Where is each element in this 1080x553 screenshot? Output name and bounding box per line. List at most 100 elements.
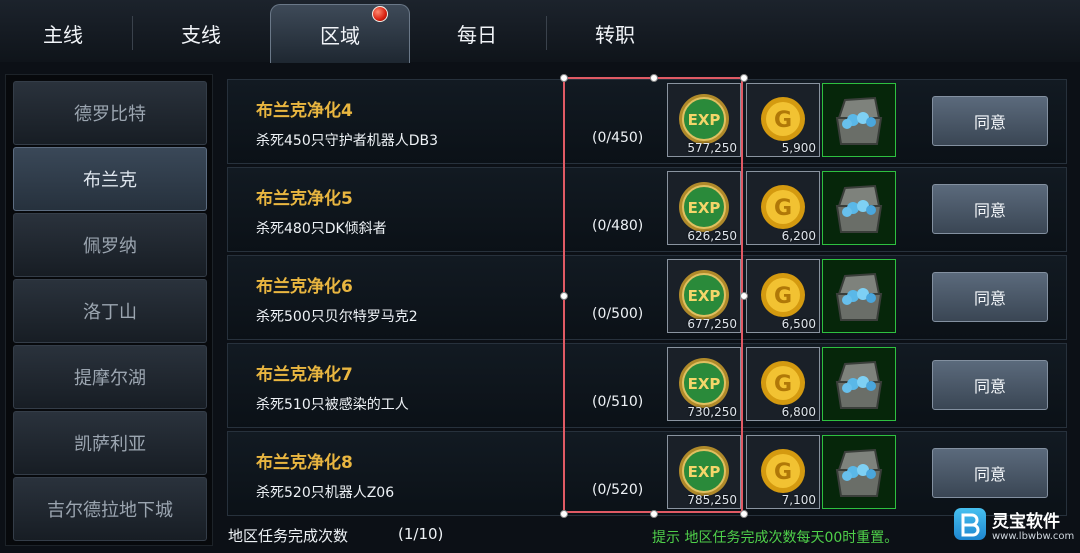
quest-description: 杀死510只被感染的工人	[256, 397, 409, 413]
tab-region[interactable]: 区域	[270, 4, 410, 63]
gold-reward-slot[interactable]: G 6,200	[746, 171, 820, 245]
accept-quest-button[interactable]: 同意	[932, 96, 1048, 146]
selection-handle[interactable]	[740, 292, 748, 300]
daily-region-count-label: 地区任务完成次数	[228, 527, 349, 545]
reset-hint: 提示 地区任务完成次数每天00时重置。	[652, 530, 899, 546]
quest-description: 杀死520只机器人Z06	[256, 485, 395, 501]
quest-description: 杀死500只贝尔特罗马克2	[256, 309, 418, 325]
exp-reward-slot[interactable]: EXP 785,250	[667, 435, 741, 509]
exp-label: EXP	[688, 287, 721, 305]
exp-label: EXP	[688, 199, 721, 217]
tab-job-change[interactable]: 转职	[546, 4, 684, 62]
gold-label: G	[774, 108, 792, 133]
region-item-lodin-hill[interactable]: 洛丁山	[13, 279, 207, 343]
quest-progress: (0/450)	[592, 130, 644, 146]
quest-title: 布兰克净化8	[256, 453, 353, 473]
region-label: 德罗比特	[74, 104, 146, 125]
region-label: 吉尔德拉地下城	[47, 500, 173, 521]
gold-label: G	[774, 372, 792, 397]
lingbao-logo-icon	[954, 508, 986, 540]
region-label: 凯萨利亚	[74, 434, 146, 455]
quest-progress: (0/500)	[592, 306, 644, 322]
daily-region-count: (1/10)	[398, 525, 444, 543]
quest-row: 布兰克净化4 杀死450只守护者机器人DB3 (0/450) EXP 577,2…	[227, 79, 1067, 164]
exp-reward-slot[interactable]: EXP 730,250	[667, 347, 741, 421]
watermark-url: www.lbwbw.com	[992, 531, 1075, 542]
tab-label: 支线	[181, 22, 221, 47]
quest-progress: (0/480)	[592, 218, 644, 234]
exp-reward-slot[interactable]: EXP 626,250	[667, 171, 741, 245]
quest-description: 杀死450只守护者机器人DB3	[256, 133, 439, 149]
selection-handle[interactable]	[650, 74, 658, 82]
region-item-caesaria[interactable]: 凯萨利亚	[13, 411, 207, 475]
quest-title: 布兰克净化4	[256, 101, 353, 121]
quest-description: 杀死480只DK倾斜者	[256, 221, 387, 237]
exp-amount: 577,250	[687, 141, 737, 155]
quest-row: 布兰克净化7 杀死510只被感染的工人 (0/510) EXP 730,250 …	[227, 343, 1067, 428]
gold-amount: 6,500	[781, 317, 816, 331]
exp-label: EXP	[688, 463, 721, 481]
accept-quest-button[interactable]: 同意	[932, 360, 1048, 410]
gold-label: G	[774, 284, 792, 309]
gold-label: G	[774, 196, 792, 221]
selection-handle[interactable]	[560, 74, 568, 82]
accept-quest-button[interactable]: 同意	[932, 448, 1048, 498]
exp-label: EXP	[688, 111, 721, 129]
gold-amount: 5,900	[781, 141, 816, 155]
quest-row: 布兰克净化8 杀死520只机器人Z06 (0/520) EXP 785,250 …	[227, 431, 1067, 516]
tab-label: 每日	[457, 22, 497, 47]
gold-amount: 7,100	[781, 493, 816, 507]
quest-title: 布兰克净化7	[256, 365, 353, 385]
region-item-gilderra-dungeon[interactable]: 吉尔德拉地下城	[13, 477, 207, 541]
gold-reward-slot[interactable]: G 7,100	[746, 435, 820, 509]
region-item-perona[interactable]: 佩罗纳	[13, 213, 207, 277]
exp-amount: 730,250	[687, 405, 737, 419]
region-label: 布兰克	[83, 170, 137, 191]
region-label: 提摩尔湖	[74, 368, 146, 389]
selection-handle[interactable]	[560, 292, 568, 300]
gold-reward-slot[interactable]: G 5,900	[746, 83, 820, 157]
tab-label: 区域	[320, 23, 360, 48]
chest-reward-slot[interactable]	[822, 259, 896, 333]
gold-amount: 6,800	[781, 405, 816, 419]
exp-reward-slot[interactable]: EXP 677,250	[667, 259, 741, 333]
region-item-derobit[interactable]: 德罗比特	[13, 81, 207, 145]
exp-amount: 626,250	[687, 229, 737, 243]
tab-main[interactable]: 主线	[0, 4, 132, 62]
gold-reward-slot[interactable]: G 6,800	[746, 347, 820, 421]
quest-title: 布兰克净化6	[256, 277, 353, 297]
quest-progress: (0/520)	[592, 482, 644, 498]
chest-reward-slot[interactable]	[822, 347, 896, 421]
selection-handle[interactable]	[740, 510, 748, 518]
region-list: 德罗比特 布兰克 佩罗纳 洛丁山 提摩尔湖 凯萨利亚 吉尔德拉地下城	[5, 74, 213, 546]
selection-handle[interactable]	[650, 510, 658, 518]
gold-reward-slot[interactable]: G 6,500	[746, 259, 820, 333]
chest-reward-slot[interactable]	[822, 83, 896, 157]
exp-amount: 785,250	[687, 493, 737, 507]
chest-reward-slot[interactable]	[822, 435, 896, 509]
tab-label: 主线	[43, 22, 83, 47]
quest-title: 布兰克净化5	[256, 189, 353, 209]
accept-quest-button[interactable]: 同意	[932, 184, 1048, 234]
chest-reward-slot[interactable]	[822, 171, 896, 245]
quest-progress: (0/510)	[592, 394, 644, 410]
tab-side[interactable]: 支线	[132, 4, 270, 62]
selection-handle[interactable]	[740, 74, 748, 82]
region-item-timor-lake[interactable]: 提摩尔湖	[13, 345, 207, 409]
notification-dot	[372, 6, 388, 22]
tab-bar: 主线 支线 区域 每日 转职	[0, 0, 1080, 63]
region-item-blank[interactable]: 布兰克	[13, 147, 207, 211]
selection-handle[interactable]	[560, 510, 568, 518]
region-label: 佩罗纳	[83, 236, 137, 257]
gold-amount: 6,200	[781, 229, 816, 243]
gold-label: G	[774, 460, 792, 485]
exp-amount: 677,250	[687, 317, 737, 331]
exp-label: EXP	[688, 375, 721, 393]
tab-label: 转职	[595, 22, 635, 47]
exp-reward-slot[interactable]: EXP 577,250	[667, 83, 741, 157]
watermark-logo: 灵宝软件 www.lbwbw.com	[952, 505, 1077, 551]
quest-row: 布兰克净化5 杀死480只DK倾斜者 (0/480) EXP 626,250 G…	[227, 167, 1067, 252]
watermark-name: 灵宝软件	[992, 512, 1060, 532]
tab-daily[interactable]: 每日	[408, 4, 546, 62]
accept-quest-button[interactable]: 同意	[932, 272, 1048, 322]
